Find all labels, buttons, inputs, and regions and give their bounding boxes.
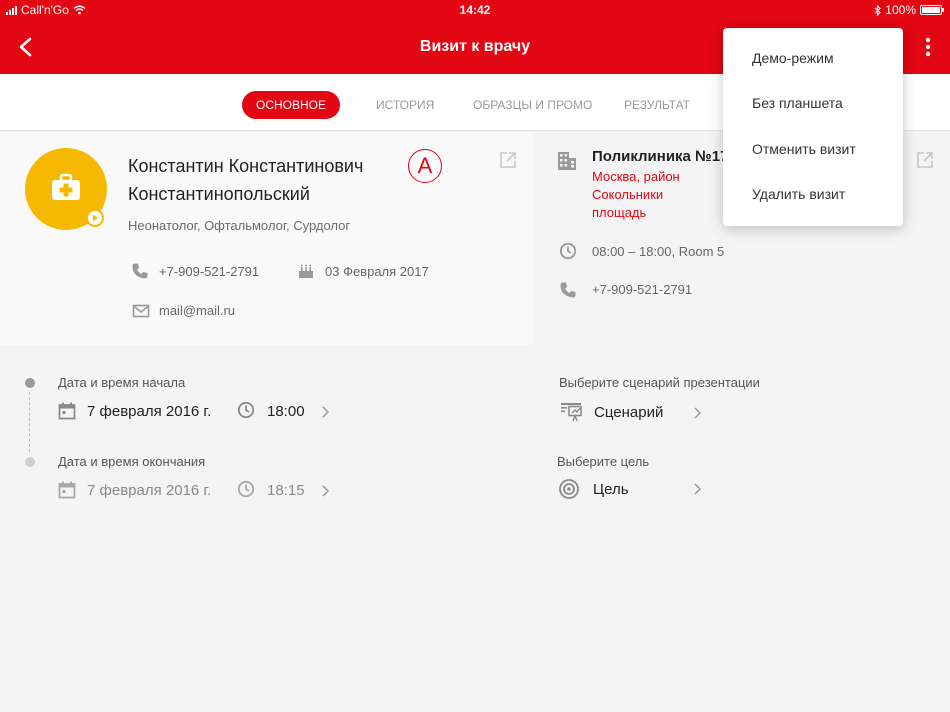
battery-percent: 100%: [885, 3, 916, 17]
target-icon: [559, 479, 579, 499]
doctor-specialties: Неонатолог, Офтальмолог, Сурдолог: [128, 218, 351, 233]
start-time-value[interactable]: 18:00: [267, 403, 305, 420]
medical-kit-icon: [52, 173, 80, 200]
start-date-value[interactable]: 7 февраля 2016 г.: [87, 403, 211, 420]
battery-indicator: 100%: [874, 3, 944, 17]
menu-item-without-tablet[interactable]: Без планшета: [752, 95, 843, 111]
clinic-hours: 08:00 – 18:00, Room 5: [592, 244, 725, 259]
scenario-label: Выберите сценарий презентации: [559, 375, 760, 390]
chevron-right-icon[interactable]: [320, 484, 330, 498]
tab-samples-promo[interactable]: Образцы и промо: [473, 91, 592, 119]
clinic-address-line2: площадь: [592, 205, 647, 220]
menu-item-demo-mode[interactable]: Демо-режим: [752, 50, 834, 66]
timeline-end-dot: [25, 457, 35, 467]
doctor-name-line2: Константинопольский: [128, 184, 310, 204]
clinic-address-line1: Москва, район Сокольники: [592, 169, 680, 202]
presentation-icon: [561, 403, 582, 422]
clock-icon: [559, 242, 577, 260]
clinic-address[interactable]: Москва, район Сокольники площадь: [592, 168, 732, 222]
end-date-value[interactable]: 7 февраля 2016 г.: [87, 482, 211, 499]
calendar-icon: [58, 481, 76, 499]
doctor-name-line1: Константин Константинович: [128, 156, 364, 176]
clinic-phone[interactable]: +7-909-521-2791: [592, 282, 692, 297]
open-external-icon[interactable]: [499, 151, 517, 169]
mail-icon: [132, 304, 150, 318]
tab-main[interactable]: Основное: [242, 91, 341, 119]
tab-history[interactable]: История: [376, 91, 434, 119]
goal-label: Выберите цель: [557, 454, 650, 469]
doctor-name: Константин Константинович Константинопол…: [128, 152, 398, 208]
doctor-birthday: 03 Февраля 2017: [325, 264, 429, 279]
birthday-cake-icon: [299, 264, 313, 278]
phone-icon: [560, 282, 576, 298]
timeline-line: [29, 392, 30, 452]
end-time-value[interactable]: 18:15: [267, 482, 305, 499]
clock-icon: [237, 480, 255, 498]
chevron-right-icon[interactable]: [692, 482, 702, 496]
start-datetime-label: Дата и время начала: [58, 375, 186, 390]
doctor-email[interactable]: mail@mail.ru: [159, 303, 235, 318]
more-vertical-icon[interactable]: [918, 36, 938, 58]
status-time: 14:42: [459, 3, 491, 17]
status-bar: Call'n'Go 14:42 100%: [0, 0, 950, 20]
menu-item-delete-visit[interactable]: Удалить визит: [752, 186, 845, 202]
bluetooth-icon: [874, 4, 882, 16]
phone-icon: [132, 263, 148, 279]
category-badge[interactable]: A: [408, 149, 442, 183]
play-badge-icon[interactable]: [86, 209, 104, 227]
chevron-right-icon[interactable]: [320, 405, 330, 419]
scenario-value[interactable]: Сценарий: [594, 404, 663, 421]
tab-result[interactable]: Результат: [624, 91, 690, 119]
goal-value[interactable]: Цель: [593, 481, 629, 498]
clinic-name[interactable]: Поликлиника №17: [592, 148, 728, 165]
open-external-icon[interactable]: [916, 151, 934, 169]
clock-icon: [237, 401, 255, 419]
chevron-right-icon[interactable]: [692, 406, 702, 420]
battery-icon: [920, 5, 944, 15]
end-datetime-label: Дата и время окончания: [58, 454, 206, 469]
timeline-start-dot: [25, 378, 35, 388]
calendar-icon: [58, 402, 76, 420]
menu-item-cancel-visit[interactable]: Отменить визит: [752, 141, 856, 157]
overflow-menu: Демо-режим Без планшета Отменить визит У…: [723, 28, 903, 226]
doctor-phone[interactable]: +7-909-521-2791: [159, 264, 259, 279]
building-icon: [558, 152, 576, 170]
